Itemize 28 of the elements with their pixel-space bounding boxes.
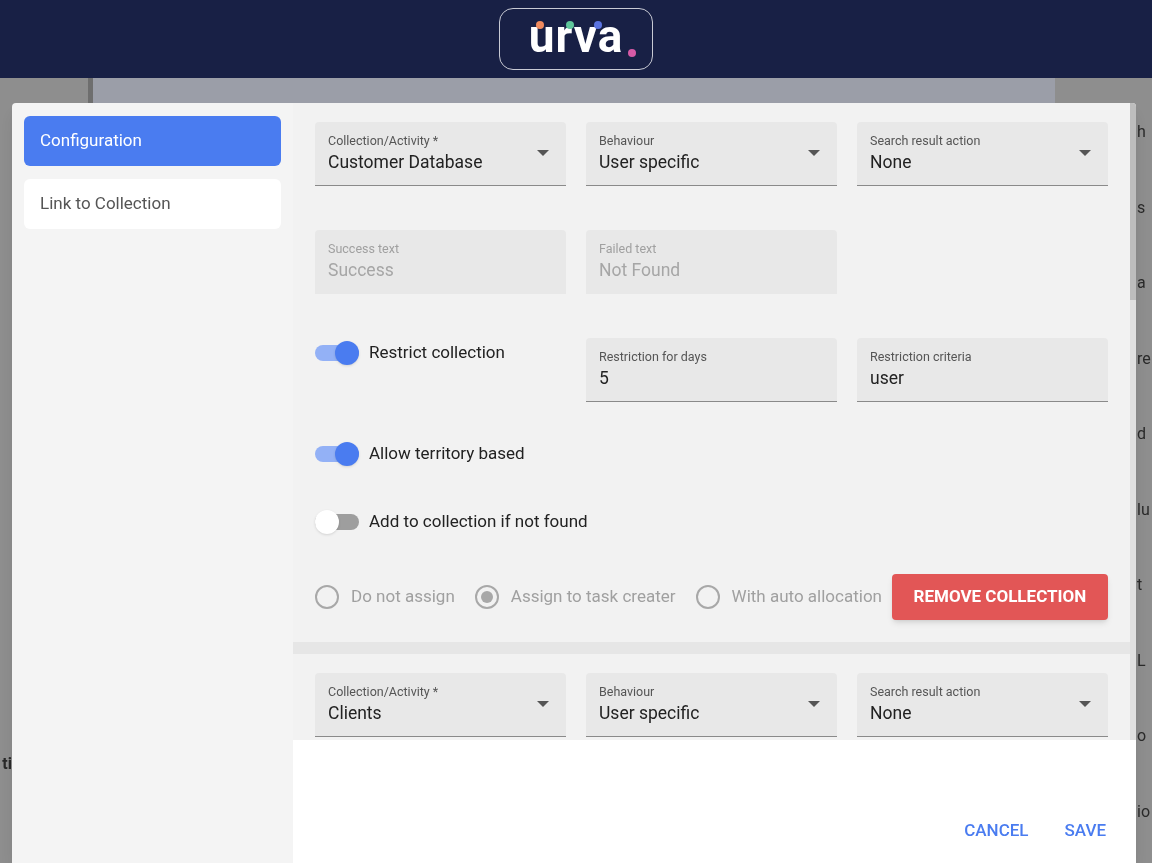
- toggle-label: Restrict collection: [369, 341, 505, 365]
- select-field[interactable]: Search result action None: [857, 673, 1108, 737]
- sidebar-item[interactable]: Link to Collection: [24, 179, 281, 229]
- select-field[interactable]: Collection/Activity * Customer Database: [315, 122, 566, 186]
- background-text: a: [1137, 272, 1147, 294]
- footer-button[interactable]: SAVE: [1056, 813, 1114, 849]
- input-field[interactable]: Restriction for days 5: [586, 338, 837, 402]
- background-text: io: [1137, 800, 1151, 823]
- background-text: d: [1137, 423, 1148, 445]
- select-field[interactable]: Behaviour User specific: [586, 673, 837, 737]
- logo: urva: [499, 8, 653, 70]
- select-field[interactable]: Collection/Activity * Clients: [315, 673, 566, 737]
- background-text: h: [1137, 121, 1147, 143]
- background-text: t: [1137, 574, 1144, 596]
- sidebar-item[interactable]: Configuration: [24, 116, 281, 166]
- background-text: lu: [1137, 498, 1151, 521]
- remove-button[interactable]: REMOVE COLLECTION: [891, 574, 1108, 620]
- background-text: re: [1137, 347, 1151, 370]
- toggle-label: Allow territory based: [369, 442, 525, 466]
- footer-button[interactable]: CANCEL: [956, 813, 1037, 849]
- select-field[interactable]: Search result action None: [857, 122, 1108, 186]
- input-field[interactable]: Restriction criteria user: [857, 338, 1108, 402]
- background-text: ti: [2, 753, 12, 775]
- background-text: o: [1137, 725, 1148, 747]
- background-text: L: [1137, 649, 1147, 672]
- toggle-label: Add to collection if not found: [369, 510, 588, 534]
- select-field[interactable]: Behaviour User specific: [586, 122, 837, 186]
- background-text: s: [1137, 196, 1147, 219]
